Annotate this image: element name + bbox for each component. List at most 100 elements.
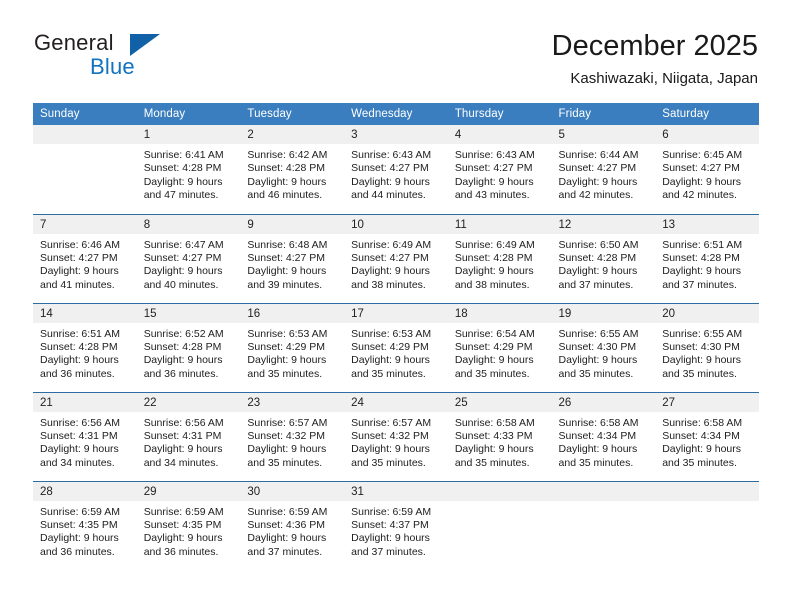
weekday-header-tuesday: Tuesday [240,103,345,125]
day-number: 9 [240,214,345,234]
brand-name-general: General [34,30,114,55]
calendar-day-cell[interactable]: 24 Sunrise: 6:57 AM Sunset: 4:32 PM Dayligh… [344,391,448,481]
day-sunset-text: Sunset: 4:28 PM [662,251,740,264]
day-sunrise-text: Sunrise: 6:43 AM [454,149,535,161]
calendar-day-cell[interactable]: 9 Sunrise: 6:48 AM Sunset: 4:27 PM Daylight… [240,213,345,303]
calendar-day-cell[interactable]: 14 Sunrise: 6:51 AM Sunset: 4:28 PM Dayligh… [33,302,137,392]
calendar-day-cell[interactable]: 5 Sunrise: 6:44 AM Sunset: 4:27 PM Daylight… [551,125,656,214]
day-number: 29 [136,481,241,501]
day-sunset-text: Sunset: 4:28 PM [40,340,118,353]
day-sunrise-text: Sunrise: 6:49 AM [454,238,535,251]
triangle-logo-icon [130,34,160,56]
day-info: Sunrise: 6:49 AM Sunset: 4:28 PM Daylight:… [448,234,552,293]
calendar-day-cell[interactable]: 12 Sunrise: 6:50 AM Sunset: 4:28 PM Dayligh… [551,213,656,303]
day-sunrise-text: Sunrise: 6:51 AM [40,327,120,340]
day-number: 14 [33,303,137,323]
day-sunset-text: Sunset: 4:29 PM [351,340,429,353]
calendar-day-cell[interactable]: 13 Sunrise: 6:51 AM Sunset: 4:28 PM Dayligh… [655,213,759,303]
day-number [551,481,656,501]
day-daylight1-text: Daylight: 9 hours [40,354,119,367]
day-daylight1-text: Daylight: 9 hours [351,175,430,188]
day-daylight1-text: Daylight: 9 hours [351,265,430,278]
calendar-day-cell[interactable]: 3 Sunrise: 6:43 AM Sunset: 4:27 PM Daylight… [344,125,448,214]
calendar-day-cell[interactable]: 31 Sunrise: 6:59 AM Sunset: 4:37 PM Dayligh… [344,480,448,570]
calendar-day-cell[interactable]: 28 Sunrise: 6:59 AM Sunset: 4:35 PM Dayligh… [33,480,137,570]
day-info: Sunrise: 6:53 AM Sunset: 4:29 PM Daylight:… [240,323,344,382]
day-sunrise-text: Sunrise: 6:47 AM [143,238,224,251]
calendar-day-cell[interactable]: 8 Sunrise: 6:47 AM Sunset: 4:27 PM Daylight… [136,213,241,303]
calendar-day-cell[interactable]: 23 Sunrise: 6:57 AM Sunset: 4:32 PM Dayligh… [240,391,345,481]
day-sunset-text: Sunset: 4:31 PM [40,429,118,442]
day-sunset-text: Sunset: 4:27 PM [40,251,118,264]
day-daylight1-text: Daylight: 9 hours [454,175,534,188]
day-info: Sunrise: 6:56 AM Sunset: 4:31 PM Daylight:… [33,412,137,471]
calendar-day-cell[interactable]: 21 Sunrise: 6:56 AM Sunset: 4:31 PM Dayligh… [33,391,137,481]
day-sunset-text: Sunset: 4:30 PM [662,340,740,353]
day-number: 11 [447,214,552,234]
day-daylight1-text: Daylight: 9 hours [143,265,223,278]
day-daylight1-text: Daylight: 9 hours [143,443,223,456]
day-info: Sunrise: 6:48 AM Sunset: 4:27 PM Daylight:… [240,234,344,293]
day-sunrise-text: Sunrise: 6:46 AM [40,238,120,251]
day-number: 5 [551,125,656,144]
day-sunrise-text: Sunrise: 6:59 AM [247,505,328,518]
day-sunset-text: Sunset: 4:36 PM [247,518,326,531]
day-sunrise-text: Sunrise: 6:57 AM [247,416,328,429]
calendar-day-cell[interactable]: 22 Sunrise: 6:56 AM Sunset: 4:31 PM Dayligh… [136,391,241,481]
day-sunrise-text: Sunrise: 6:48 AM [247,238,328,251]
day-daylight2-text: and 42 minutes. [662,189,737,202]
day-sunset-text: Sunset: 4:30 PM [558,340,637,353]
day-sunset-text: Sunset: 4:32 PM [351,429,429,442]
weekday-header-monday: Monday [136,103,241,125]
calendar-day-cell[interactable]: 30 Sunrise: 6:59 AM Sunset: 4:36 PM Dayligh… [240,480,345,570]
day-number: 12 [551,214,656,234]
calendar-day-cell[interactable]: 27 Sunrise: 6:58 AM Sunset: 4:34 PM Dayligh… [655,391,759,481]
calendar-grid: Sunday Monday Tuesday Wednesday Thursday… [33,103,759,570]
calendar-day-cell[interactable]: 6 Sunrise: 6:45 AM Sunset: 4:27 PM Daylight… [655,125,759,214]
day-sunrise-text: Sunrise: 6:42 AM [247,149,328,161]
day-daylight1-text: Daylight: 9 hours [662,265,742,278]
day-daylight1-text: Daylight: 9 hours [454,265,534,278]
calendar-day-cell[interactable]: 10 Sunrise: 6:49 AM Sunset: 4:27 PM Dayligh… [344,213,448,303]
day-sunrise-text: Sunrise: 6:53 AM [351,327,432,340]
day-daylight1-text: Daylight: 9 hours [247,265,327,278]
day-info: Sunrise: 6:53 AM Sunset: 4:29 PM Daylight:… [344,323,448,382]
day-info: Sunrise: 6:41 AM Sunset: 4:28 PM Daylight:… [137,144,241,203]
calendar-day-cell[interactable]: 4 Sunrise: 6:43 AM Sunset: 4:27 PM Daylight… [447,125,552,214]
calendar-day-cell[interactable]: 26 Sunrise: 6:58 AM Sunset: 4:34 PM Dayligh… [551,391,656,481]
day-number: 13 [655,214,759,234]
calendar-day-cell[interactable]: 25 Sunrise: 6:58 AM Sunset: 4:33 PM Dayligh… [447,391,552,481]
calendar-day-cell[interactable]: 20 Sunrise: 6:55 AM Sunset: 4:30 PM Dayligh… [655,302,759,392]
day-number: 23 [240,392,345,412]
calendar-day-cell[interactable]: 17 Sunrise: 6:53 AM Sunset: 4:29 PM Dayligh… [344,302,448,392]
day-info: Sunrise: 6:49 AM Sunset: 4:27 PM Daylight:… [344,234,448,293]
brand-logo[interactable]: General Blue [34,30,234,86]
day-sunrise-text: Sunrise: 6:55 AM [662,327,743,340]
day-daylight1-text: Daylight: 9 hours [247,354,327,367]
day-sunset-text: Sunset: 4:27 PM [351,251,429,264]
calendar-day-cell[interactable]: 15 Sunrise: 6:52 AM Sunset: 4:28 PM Dayligh… [136,302,241,392]
day-info: Sunrise: 6:57 AM Sunset: 4:32 PM Daylight:… [344,412,448,471]
weekday-header-sunday: Sunday [33,103,137,125]
day-number [33,125,137,144]
day-number: 28 [33,481,137,501]
calendar-day-cell[interactable]: 7 Sunrise: 6:46 AM Sunset: 4:27 PM Daylight… [33,213,137,303]
calendar-day-cell[interactable]: 11 Sunrise: 6:49 AM Sunset: 4:28 PM Dayligh… [447,213,552,303]
day-daylight1-text: Daylight: 9 hours [40,443,119,456]
calendar-day-cell[interactable]: 29 Sunrise: 6:59 AM Sunset: 4:35 PM Dayligh… [136,480,241,570]
calendar-page: General Blue December 2025 Kashiwazaki, … [0,0,792,612]
day-sunrise-text: Sunrise: 6:50 AM [558,238,639,251]
day-sunrise-text: Sunrise: 6:59 AM [351,505,432,518]
day-daylight2-text: and 35 minutes. [662,367,737,380]
calendar-day-cell[interactable]: 18 Sunrise: 6:54 AM Sunset: 4:29 PM Dayligh… [447,302,552,392]
day-sunset-text: Sunset: 4:27 PM [454,162,533,175]
day-sunrise-text: Sunrise: 6:45 AM [662,149,743,161]
calendar-day-cell[interactable]: 2 Sunrise: 6:42 AM Sunset: 4:28 PM Daylight… [240,125,345,214]
day-number: 6 [655,125,759,144]
day-info: Sunrise: 6:47 AM Sunset: 4:27 PM Daylight:… [137,234,241,293]
calendar-day-cell[interactable]: 19 Sunrise: 6:55 AM Sunset: 4:30 PM Dayligh… [551,302,656,392]
calendar-day-cell[interactable]: 16 Sunrise: 6:53 AM Sunset: 4:29 PM Dayligh… [240,302,345,392]
calendar-week-row: 21 Sunrise: 6:56 AM Sunset: 4:31 PM Dayligh… [33,391,759,481]
day-daylight2-text: and 34 minutes. [40,456,115,469]
calendar-day-cell[interactable]: 1 Sunrise: 6:41 AM Sunset: 4:28 PM Daylight… [136,125,241,214]
